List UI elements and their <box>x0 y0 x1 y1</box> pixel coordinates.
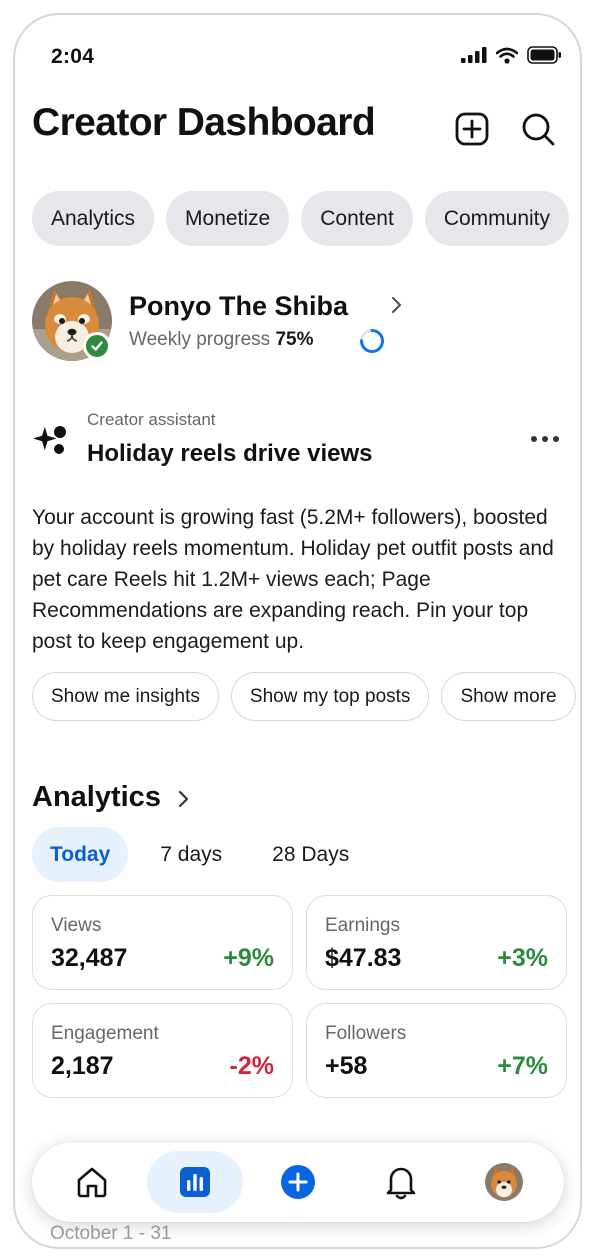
suggestion-more[interactable]: Show more <box>441 672 576 721</box>
bar-chart-icon <box>179 1167 210 1197</box>
stats-grid: Views 32,487 +9% Earnings $47.83 +3% Eng… <box>32 895 567 1098</box>
stat-value: +58 <box>325 1052 368 1080</box>
stat-delta: +9% <box>223 944 274 972</box>
stat-card-followers[interactable]: Followers +58 +7% <box>306 1003 567 1098</box>
signal-icon <box>461 47 487 63</box>
nav-notifications[interactable] <box>353 1151 449 1213</box>
avatar <box>485 1163 524 1201</box>
stat-card-views[interactable]: Views 32,487 +9% <box>32 895 293 990</box>
stat-delta: -2% <box>229 1052 274 1080</box>
category-tabs: Analytics Monetize Content Community <box>32 191 570 246</box>
stat-label: Followers <box>325 1023 407 1044</box>
assistant-title: Holiday reels drive views <box>87 440 373 467</box>
analytics-heading[interactable]: Analytics <box>32 781 161 814</box>
status-icons <box>461 46 562 64</box>
bottom-nav <box>32 1142 564 1222</box>
sparkle-icon <box>33 426 66 454</box>
tab-analytics[interactable]: Analytics <box>32 191 155 246</box>
stat-card-engagement[interactable]: Engagement 2,187 -2% <box>32 1003 293 1098</box>
stat-label: Views <box>51 915 102 936</box>
plus-circle-icon <box>280 1165 315 1199</box>
suggestion-chips: Show me insights Show my top posts Show … <box>32 672 576 721</box>
stat-delta: +7% <box>497 1052 548 1080</box>
stat-label: Earnings <box>325 915 400 936</box>
stat-card-earnings[interactable]: Earnings $47.83 +3% <box>306 895 567 990</box>
suggestion-top-posts[interactable]: Show my top posts <box>230 672 430 721</box>
nav-insights[interactable] <box>146 1151 243 1213</box>
weekly-progress-label: Weekly progress <box>129 329 271 350</box>
progress-ring-icon <box>360 329 384 353</box>
tab-content[interactable]: Content <box>301 191 413 246</box>
plus-square-icon <box>455 112 489 146</box>
stat-label: Engagement <box>51 1023 159 1044</box>
bell-icon <box>386 1167 416 1200</box>
assistant-label: Creator assistant <box>87 410 216 429</box>
stat-value: 2,187 <box>51 1052 114 1080</box>
assistant-message: Your account is growing fast (5.2M+ foll… <box>32 506 554 653</box>
stat-value: $47.83 <box>325 944 402 972</box>
home-icon <box>77 1167 106 1198</box>
checkmark-icon <box>91 341 103 351</box>
profile-name[interactable]: Ponyo The Shiba <box>129 291 348 322</box>
status-bar: 2:04 <box>15 15 580 85</box>
chevron-right-icon[interactable] <box>390 296 402 314</box>
tab-monetize[interactable]: Monetize <box>166 191 290 246</box>
create-button[interactable] <box>452 109 492 149</box>
weekly-progress: Weekly progress 75% <box>129 329 313 351</box>
nav-home[interactable] <box>44 1151 140 1213</box>
stat-value: 32,487 <box>51 944 128 972</box>
date-range-tabs: Today 7 days 28 Days <box>32 827 381 882</box>
stat-delta: +3% <box>497 944 548 972</box>
page-title: Creator Dashboard <box>32 101 376 144</box>
chevron-right-icon[interactable] <box>177 790 189 808</box>
status-time: 2:04 <box>51 45 95 68</box>
nav-create[interactable] <box>250 1151 346 1213</box>
battery-icon <box>527 46 561 64</box>
weekly-progress-value: 75% <box>275 329 314 350</box>
more-options-button[interactable] <box>530 424 560 450</box>
search-button[interactable] <box>518 109 558 149</box>
tab-community[interactable]: Community <box>424 191 570 246</box>
suggestion-insights[interactable]: Show me insights <box>32 672 219 721</box>
more-horizontal-icon <box>531 436 559 442</box>
range-7-days[interactable]: 7 days <box>142 827 240 882</box>
profile-row: Ponyo The Shiba Weekly progress 75% <box>32 281 572 365</box>
nav-profile[interactable] <box>456 1151 552 1213</box>
wifi-icon <box>496 47 518 64</box>
verified-badge <box>83 332 111 360</box>
avatar-icon <box>485 1163 524 1201</box>
range-28-days[interactable]: 28 Days <box>254 827 367 882</box>
range-today[interactable]: Today <box>32 827 129 882</box>
phone-frame: 2:04 Creator Dashboard Analytics Monetiz… <box>13 13 582 1249</box>
search-icon <box>522 113 555 146</box>
next-section-range: October 1 - 31 <box>50 1223 172 1244</box>
